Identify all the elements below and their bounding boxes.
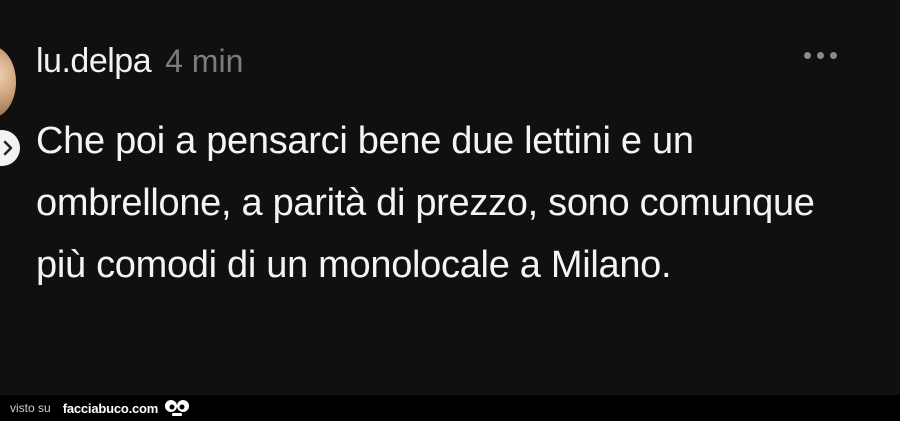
screenshot: lu.delpa 4 min Che poi a pensarci bene d… [0, 0, 900, 421]
timestamp: 4 min [165, 43, 244, 79]
more-options-button[interactable] [804, 52, 837, 59]
reply-button[interactable] [0, 130, 20, 166]
more-horizontal-icon [817, 52, 824, 59]
more-horizontal-icon [830, 52, 837, 59]
comment-text: Che poi a pensarci bene due lettini e un… [36, 120, 815, 286]
watermark-bar: visto su facciabuco.com [0, 395, 900, 421]
chevron-right-icon [3, 140, 13, 156]
watermark-prefix: visto su [10, 401, 51, 415]
comment-header: lu.delpa 4 min [36, 42, 243, 81]
watermark-site[interactable]: facciabuco.com [63, 401, 159, 416]
eyes-logo-icon [164, 399, 190, 417]
more-horizontal-icon [804, 52, 811, 59]
avatar[interactable] [0, 46, 16, 118]
username-link[interactable]: lu.delpa [36, 42, 152, 81]
